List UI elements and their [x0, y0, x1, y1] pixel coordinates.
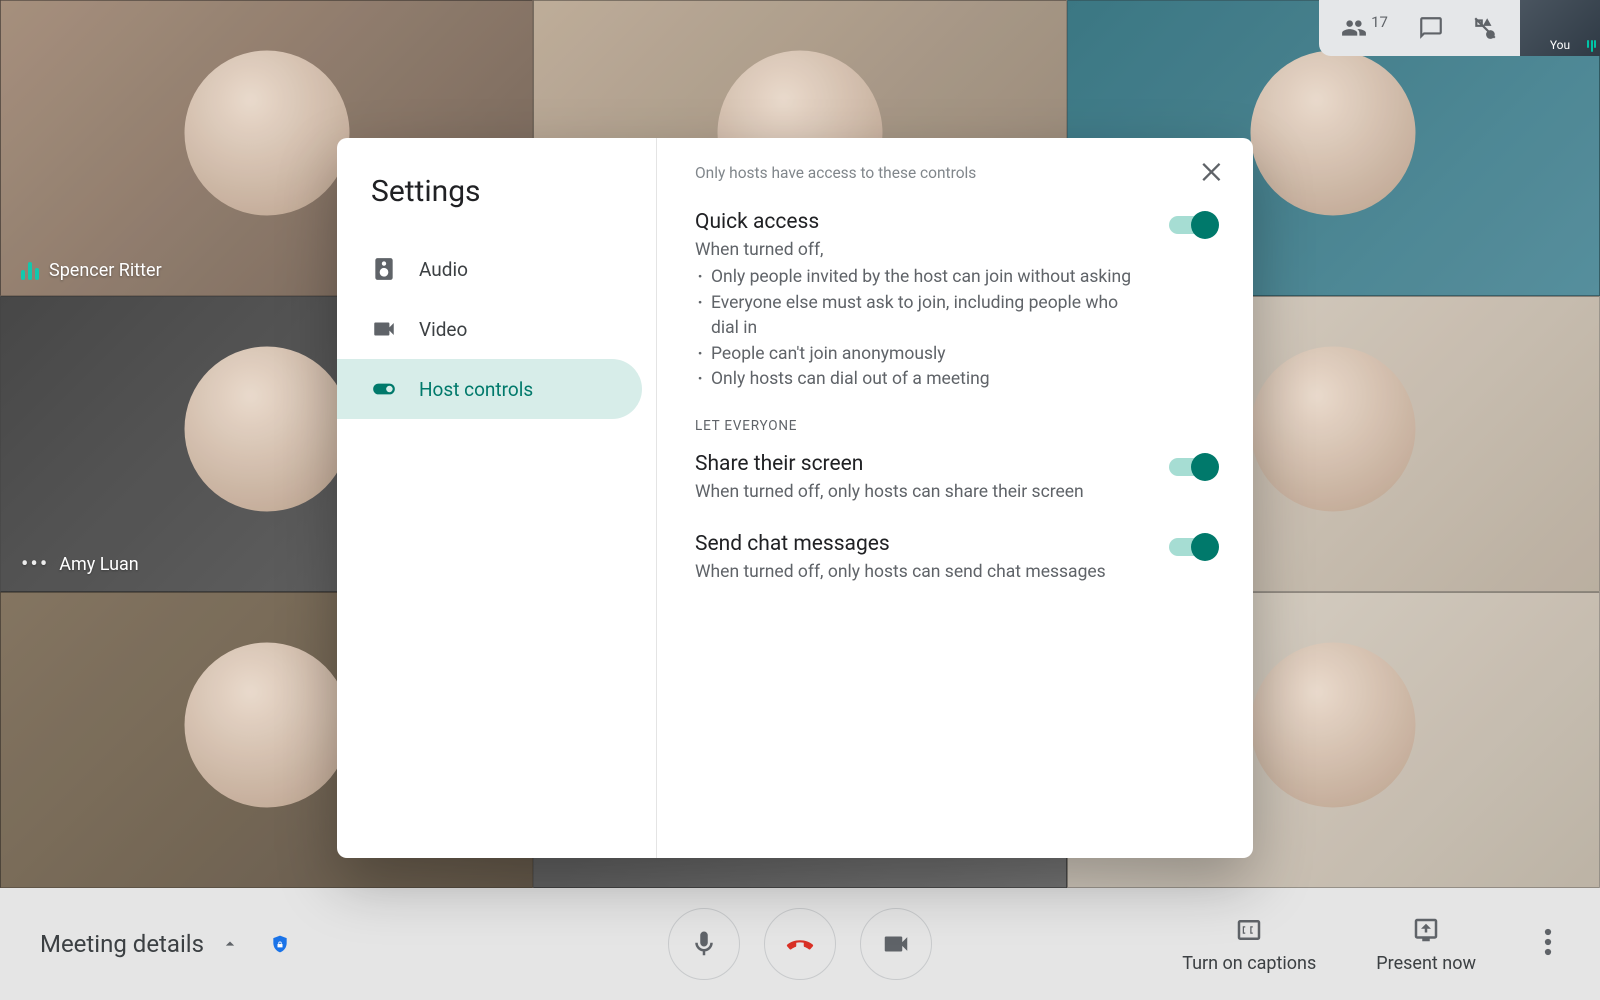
settings-nav-audio[interactable]: Audio: [337, 239, 642, 299]
share-screen-description: When turned off, only hosts can share th…: [695, 480, 1145, 505]
present-icon: [1411, 915, 1441, 945]
more-dots-icon: •••: [21, 552, 49, 577]
toggle-camera-button[interactable]: [860, 908, 932, 980]
activities-disabled-button[interactable]: [1472, 15, 1498, 41]
meeting-details-button[interactable]: Meeting details: [40, 930, 290, 958]
toggle-icon: [371, 376, 397, 402]
leave-call-button[interactable]: [764, 908, 836, 980]
nav-host-label: Host controls: [419, 378, 533, 401]
present-button[interactable]: Present now: [1376, 915, 1476, 974]
participant-label: Spencer Ritter: [21, 260, 162, 281]
speaking-indicator-icon: [21, 262, 39, 280]
participants-button[interactable]: 17: [1341, 15, 1390, 41]
close-button[interactable]: [1199, 158, 1227, 190]
participant-name: Spencer Ritter: [49, 260, 162, 281]
speaker-icon: [371, 256, 397, 282]
shapes-strike-icon: [1472, 15, 1498, 41]
self-view-tile[interactable]: You: [1520, 0, 1600, 56]
self-view-label: You: [1550, 38, 1570, 52]
bottom-bar: Meeting details Turn on captions Present…: [0, 888, 1600, 1000]
chat-toggle[interactable]: [1169, 538, 1215, 556]
settings-title: Settings: [337, 174, 656, 239]
settings-nav-video[interactable]: Video: [337, 299, 642, 359]
chat-icon: [1418, 15, 1444, 41]
captions-button[interactable]: Turn on captions: [1182, 915, 1316, 974]
captions-icon: [1234, 915, 1264, 945]
captions-label: Turn on captions: [1182, 953, 1316, 974]
kebab-icon: [1544, 927, 1552, 957]
share-screen-toggle[interactable]: [1169, 458, 1215, 476]
chevron-up-icon: [220, 934, 240, 954]
nav-audio-label: Audio: [419, 258, 468, 281]
camera-icon: [881, 929, 911, 959]
settings-sidebar: Settings Audio Video Host controls: [337, 138, 657, 858]
chat-setting: Send chat messages When turned off, only…: [695, 532, 1215, 585]
settings-dialog: Settings Audio Video Host controls Only …: [337, 138, 1253, 858]
people-icon: [1341, 15, 1367, 41]
hangup-icon: [785, 929, 815, 959]
chat-description: When turned off, only hosts can send cha…: [695, 560, 1145, 585]
speaking-indicator-icon: [1587, 40, 1596, 52]
participant-avatar: [184, 347, 349, 512]
present-label: Present now: [1376, 953, 1476, 974]
mute-mic-button[interactable]: [668, 908, 740, 980]
nav-video-label: Video: [419, 318, 467, 341]
top-right-panel: 17: [1319, 0, 1520, 56]
participant-name: Amy Luan: [59, 554, 138, 575]
settings-nav-host-controls[interactable]: Host controls: [337, 359, 642, 419]
chat-title: Send chat messages: [695, 532, 1145, 556]
close-icon: [1199, 158, 1227, 186]
more-options-button[interactable]: [1536, 919, 1560, 969]
share-screen-title: Share their screen: [695, 452, 1145, 476]
let-everyone-label: LET EVERYONE: [695, 418, 1215, 434]
call-controls: [668, 908, 932, 980]
chat-button[interactable]: [1418, 15, 1444, 41]
quick-access-setting: Quick access When turned off, Only peopl…: [695, 210, 1215, 392]
settings-content: Only hosts have access to these controls…: [657, 138, 1253, 858]
quick-access-toggle[interactable]: [1169, 216, 1215, 234]
host-controls-hint: Only hosts have access to these controls: [695, 164, 1215, 182]
participant-avatar: [184, 51, 349, 216]
mic-icon: [689, 929, 719, 959]
quick-access-title: Quick access: [695, 210, 1145, 234]
share-screen-setting: Share their screen When turned off, only…: [695, 452, 1215, 505]
participant-label: ••• Amy Luan: [21, 552, 139, 577]
quick-access-description: When turned off, Only people invited by …: [695, 238, 1145, 392]
shield-lock-icon: [270, 934, 290, 954]
participant-count: 17: [1371, 13, 1388, 31]
camera-icon: [371, 316, 397, 342]
meeting-details-label: Meeting details: [40, 930, 204, 958]
